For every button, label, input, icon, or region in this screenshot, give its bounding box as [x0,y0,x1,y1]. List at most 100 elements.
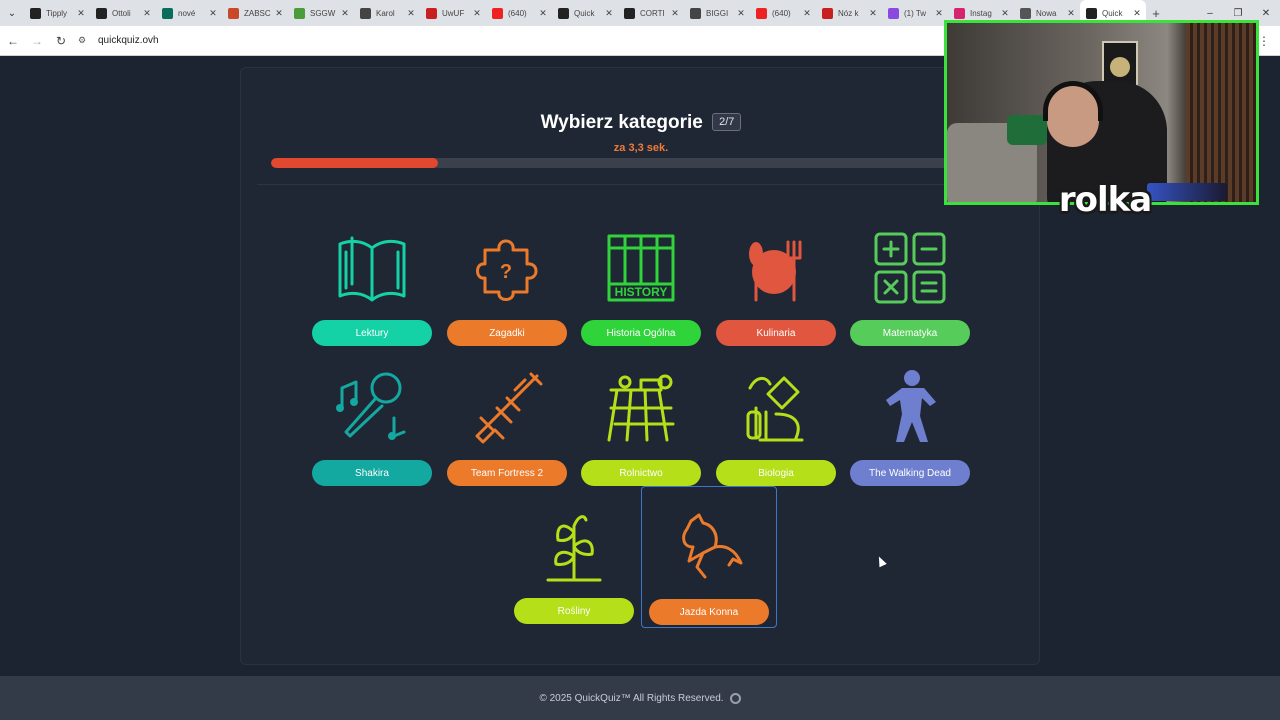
tab-title: (640) [508,8,527,18]
tab-close-icon[interactable]: ✕ [868,8,878,19]
tab-title: (640) [772,8,791,18]
category-button[interactable]: Biologia [716,460,836,486]
browser-tab[interactable]: Ottoli ✕ [90,0,156,26]
github-icon[interactable] [729,692,741,704]
category-card[interactable]: ? Zagadki [439,228,575,368]
tab-close-icon[interactable]: ✕ [538,8,548,19]
zombie-icon [886,370,936,442]
forward-icon[interactable]: → [26,34,48,48]
tab-close-icon[interactable]: ✕ [406,8,416,19]
category-button[interactable]: Rośliny [514,598,634,624]
browser-tab[interactable]: Nóz k ✕ [816,0,882,26]
tab-close-icon[interactable]: ✕ [736,8,746,19]
browser-tab[interactable]: (1) Tw ✕ [882,0,948,26]
site-info-icon[interactable]: ⚙ [78,35,92,46]
tab-favicon-icon [1086,7,1097,19]
tab-favicon-icon [228,7,239,19]
category-button[interactable]: Historia Ogólna [581,320,701,346]
tab-close-icon[interactable]: ✕ [472,8,482,19]
browser-tab[interactable]: Tipply ✕ [24,0,90,26]
category-card[interactable]: Kulinaria [708,228,844,368]
reload-icon[interactable]: ↻ [50,34,72,48]
plate-icon [749,240,802,302]
tab-close-icon[interactable]: ✕ [76,8,86,19]
category-button[interactable]: Jazda Konna [649,599,769,625]
browser-tab[interactable]: CORTI ✕ [618,0,684,26]
tab-close-icon[interactable]: ✕ [340,8,350,19]
category-card[interactable]: Jazda Konna [641,486,777,628]
restore-icon[interactable]: ❐ [1224,8,1252,19]
tab-title: Quick [574,8,595,18]
category-card[interactable]: Team Fortress 2 [439,368,575,508]
category-card[interactable]: Lektury [304,228,440,368]
tab-title: Nowa [1036,8,1057,18]
tab-favicon-icon [294,7,305,19]
category-card[interactable]: The Walking Dead [842,368,978,508]
category-button[interactable]: Shakira [312,460,432,486]
progress-fill [271,158,438,168]
tractor-icon [607,374,675,442]
svg-text:HISTORY: HISTORY [615,285,668,299]
browser-tab[interactable]: Quick ✕ [552,0,618,26]
timer-progress-bar [271,158,1011,168]
tab-title: UwUF [442,8,465,18]
tab-favicon-icon [492,7,503,19]
back-icon[interactable]: ← [2,34,24,48]
tab-title: Karol [376,8,395,18]
tab-close-icon[interactable]: ✕ [1000,8,1010,19]
tab-close-icon[interactable]: ✕ [1132,8,1142,19]
browser-tab[interactable]: (640) ✕ [486,0,552,26]
tab-close-icon[interactable]: ✕ [670,8,680,19]
category-button[interactable]: The Walking Dead [850,460,970,486]
category-card[interactable]: Matematyka [842,228,978,368]
category-card[interactable]: Rośliny [506,506,642,646]
tab-title: Ottoli [112,8,131,18]
tab-favicon-icon [888,7,899,19]
category-button[interactable]: Zagadki [447,320,567,346]
math-icon [874,232,946,304]
category-card[interactable]: HISTORY Historia Ogólna [573,228,709,368]
tab-close-icon[interactable]: ✕ [274,8,284,19]
tab-close-icon[interactable]: ✕ [934,8,944,19]
footer-text: © 2025 QuickQuiz™ All Rights Reserved. [539,692,724,704]
tab-close-icon[interactable]: ✕ [604,8,614,19]
svg-text:?: ? [500,261,512,283]
category-button[interactable]: Team Fortress 2 [447,460,567,486]
browser-tab[interactable]: ZABSC ✕ [222,0,288,26]
tab-close-icon[interactable]: ✕ [1066,8,1076,19]
gun-icon [475,372,543,444]
tab-close-icon[interactable]: ✕ [142,8,152,19]
category-button[interactable]: Lektury [312,320,432,346]
puzzle-icon: ? [476,239,538,301]
history-icon: HISTORY [607,234,675,302]
tab-title: (1) Tw [904,8,927,18]
browser-menu-icon[interactable]: ⋮ [1258,34,1270,48]
browser-tab[interactable]: nové ✕ [156,0,222,26]
tab-favicon-icon [690,7,701,19]
browser-tab[interactable]: BIGGI ✕ [684,0,750,26]
minimize-icon[interactable]: – [1196,8,1224,19]
tab-search-icon[interactable]: ⌄ [0,0,24,26]
tab-close-icon[interactable]: ✕ [208,8,218,19]
browser-tab[interactable]: Karol ✕ [354,0,420,26]
tab-close-icon[interactable]: ✕ [802,8,812,19]
browser-tab[interactable]: (640) ✕ [750,0,816,26]
horse-icon [682,513,743,579]
tab-favicon-icon [360,7,371,19]
new-tab-button[interactable]: + [1146,6,1166,21]
browser-tab[interactable]: SGGW ✕ [288,0,354,26]
close-window-icon[interactable]: ✕ [1252,8,1280,19]
tab-title: BIGGI [706,8,729,18]
tab-favicon-icon [624,7,635,19]
tab-favicon-icon [426,7,437,19]
tab-favicon-icon [756,7,767,19]
footer: © 2025 QuickQuiz™ All Rights Reserved. [0,676,1280,720]
tab-favicon-icon [30,7,41,19]
tab-title: ZABSC [244,8,271,18]
browser-tab[interactable]: UwUF ✕ [420,0,486,26]
category-button[interactable]: Kulinaria [716,320,836,346]
category-button[interactable]: Matematyka [850,320,970,346]
stream-caption: rolka [1058,180,1152,220]
category-card[interactable]: Shakira [304,368,440,508]
category-button[interactable]: Rolnictwo [581,460,701,486]
